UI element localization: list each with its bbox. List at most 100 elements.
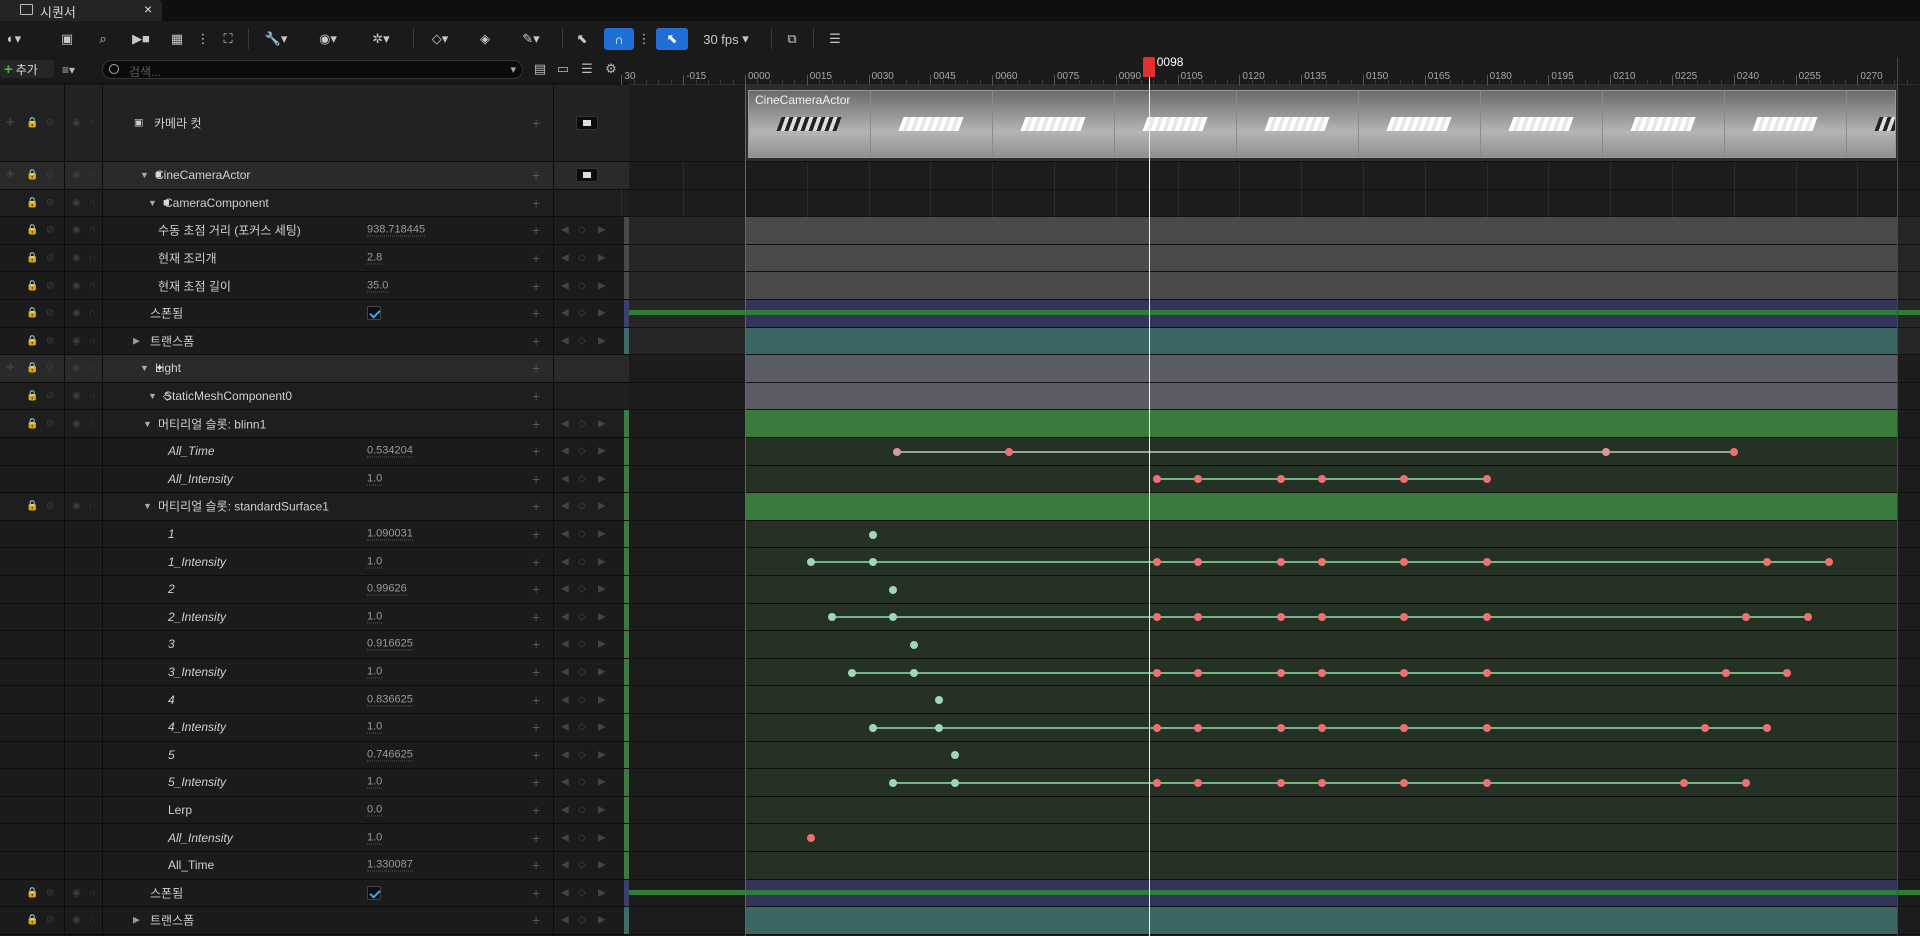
save-icon[interactable]: ▣ bbox=[58, 28, 76, 50]
keyframe[interactable] bbox=[1742, 779, 1751, 787]
property-value[interactable]: 0.916625 bbox=[367, 638, 413, 651]
keyframe[interactable] bbox=[1680, 779, 1689, 787]
keyframe[interactable] bbox=[889, 779, 898, 787]
track-section[interactable] bbox=[745, 852, 1897, 879]
camera-cut-clip[interactable]: CineCameraActor bbox=[748, 90, 1896, 158]
keyframe[interactable] bbox=[1276, 613, 1285, 622]
next-key-icon[interactable]: ▶ bbox=[598, 611, 606, 622]
keyframe[interactable] bbox=[1482, 779, 1491, 787]
add-subtrack-icon[interactable]: + bbox=[532, 554, 540, 570]
add-key-icon[interactable]: ◇ bbox=[578, 832, 586, 843]
keyframe[interactable] bbox=[1482, 475, 1491, 484]
track-lane[interactable] bbox=[629, 520, 1920, 549]
pin-icon[interactable]: ✚ bbox=[6, 170, 14, 181]
property-value[interactable]: 0.99626 bbox=[367, 583, 407, 596]
track-lane[interactable] bbox=[629, 686, 1920, 714]
spawned-checkbox[interactable] bbox=[367, 885, 381, 900]
eye-icon[interactable]: ◉ bbox=[72, 501, 81, 512]
track-lane[interactable] bbox=[629, 879, 1920, 908]
track-row[interactable]: 3_Intensity 1.0 + ◀ ◇ ▶ bbox=[0, 658, 629, 687]
headphones-icon[interactable]: ∩ bbox=[89, 308, 96, 319]
eye-icon[interactable]: ◉ bbox=[72, 280, 81, 291]
keyframe[interactable] bbox=[1783, 668, 1792, 677]
track-section[interactable] bbox=[745, 244, 1897, 272]
add-subtrack-icon[interactable]: + bbox=[532, 747, 540, 763]
eye-icon[interactable]: ◉ bbox=[72, 363, 81, 374]
track-section[interactable] bbox=[745, 686, 1897, 713]
track-lane[interactable] bbox=[629, 410, 1920, 438]
keyframe[interactable] bbox=[1153, 558, 1161, 567]
track-lane[interactable] bbox=[629, 493, 1920, 521]
add-subtrack-icon[interactable]: + bbox=[532, 885, 540, 901]
track-row[interactable]: ✚ 🔒 ⊘ ◉ ∩ ▣ 카메라 컷 + bbox=[0, 85, 629, 162]
prev-key-icon[interactable]: ◀ bbox=[561, 749, 569, 760]
keyframe[interactable] bbox=[1317, 723, 1326, 732]
keyframe[interactable] bbox=[1762, 558, 1771, 567]
curve-editor-icon[interactable]: ⧉ bbox=[781, 28, 803, 50]
property-value[interactable]: 0.534204 bbox=[367, 445, 413, 458]
keyframe[interactable] bbox=[1317, 558, 1326, 567]
keyframe[interactable] bbox=[1276, 558, 1285, 567]
playhead-line[interactable] bbox=[1148, 77, 1150, 936]
mute-icon[interactable]: ⊘ bbox=[46, 418, 54, 429]
next-key-icon[interactable]: ▶ bbox=[598, 280, 606, 291]
property-value[interactable]: 938.718445 bbox=[367, 224, 426, 237]
add-subtrack-icon[interactable]: + bbox=[532, 774, 540, 790]
track-lane[interactable] bbox=[629, 907, 1920, 935]
keyframe[interactable] bbox=[1194, 779, 1203, 787]
end-marker[interactable] bbox=[1897, 57, 1898, 936]
prev-key-icon[interactable]: ◀ bbox=[561, 584, 569, 595]
next-key-icon[interactable]: ▶ bbox=[598, 501, 606, 512]
track-section[interactable] bbox=[745, 796, 1897, 824]
track-lane[interactable] bbox=[629, 852, 1920, 880]
lock-icon[interactable]: 🔒 bbox=[26, 501, 38, 512]
prev-key-icon[interactable]: ◀ bbox=[561, 639, 569, 650]
add-subtrack-icon[interactable]: + bbox=[532, 333, 540, 349]
add-key-icon[interactable]: ◇ bbox=[578, 749, 586, 760]
tree-view-icon[interactable]: ☰ bbox=[824, 28, 846, 50]
prev-key-icon[interactable]: ◀ bbox=[561, 667, 569, 678]
prev-key-icon[interactable]: ◀ bbox=[561, 556, 569, 567]
add-key-icon[interactable]: ◇ bbox=[578, 501, 586, 512]
expand-toggle-icon[interactable]: ▼ bbox=[140, 363, 149, 373]
property-value[interactable]: 1.0 bbox=[367, 776, 383, 789]
track-lane[interactable] bbox=[629, 796, 1920, 825]
mute-icon[interactable]: ⊘ bbox=[46, 118, 54, 129]
keyframe[interactable] bbox=[1194, 668, 1203, 677]
lock-icon[interactable]: 🔒 bbox=[26, 197, 38, 208]
prev-key-icon[interactable]: ◀ bbox=[561, 308, 569, 319]
next-key-icon[interactable]: ▶ bbox=[598, 473, 606, 484]
eye-icon[interactable]: ◉ bbox=[72, 887, 81, 898]
property-value[interactable]: 1.0 bbox=[367, 831, 383, 845]
add-key-icon[interactable]: ◇ bbox=[578, 860, 586, 871]
next-key-icon[interactable]: ▶ bbox=[598, 777, 606, 788]
expand-icon[interactable]: ▭ bbox=[556, 62, 570, 76]
add-key-icon[interactable]: ◇ bbox=[578, 584, 586, 595]
lock-icon[interactable]: 🔒 bbox=[26, 118, 38, 129]
next-key-icon[interactable]: ▶ bbox=[598, 667, 606, 678]
mute-icon[interactable]: ⊘ bbox=[46, 363, 54, 374]
keyframe[interactable] bbox=[1482, 613, 1491, 622]
keyframe[interactable] bbox=[1482, 668, 1491, 677]
prev-key-icon[interactable]: ◀ bbox=[561, 860, 569, 871]
track-lane[interactable] bbox=[629, 824, 1920, 852]
property-value[interactable]: 1.0 bbox=[367, 721, 383, 734]
property-value[interactable]: 35.0 bbox=[367, 279, 389, 293]
cursor-snap-icon[interactable]: ⬉ bbox=[656, 28, 688, 50]
keyframe[interactable] bbox=[1317, 779, 1326, 787]
add-subtrack-icon[interactable]: + bbox=[532, 912, 540, 928]
add-subtrack-icon[interactable]: + bbox=[532, 719, 540, 735]
add-subtrack-icon[interactable]: + bbox=[532, 692, 540, 708]
track-row[interactable]: 1 1.090031 + ◀ ◇ ▶ bbox=[0, 520, 629, 549]
add-key-icon[interactable]: ◇ bbox=[578, 667, 586, 678]
add-key-icon[interactable]: ◇ bbox=[578, 225, 586, 236]
keyframe[interactable] bbox=[893, 447, 902, 456]
keyframe[interactable] bbox=[1400, 723, 1409, 732]
spawned-checkbox[interactable] bbox=[367, 306, 381, 321]
track-row-header[interactable]: 🔒 ⊘ ◉ ∩ ▼ ■ CameraComponent + bbox=[0, 189, 629, 218]
next-key-icon[interactable]: ▶ bbox=[598, 529, 606, 540]
expand-toggle-icon[interactable]: ▼ bbox=[148, 198, 157, 208]
expand-toggle-icon[interactable]: ▶ bbox=[133, 335, 140, 346]
property-value[interactable]: 1.0 bbox=[367, 472, 383, 486]
chevron-down-icon[interactable]: ▾ bbox=[510, 63, 516, 76]
